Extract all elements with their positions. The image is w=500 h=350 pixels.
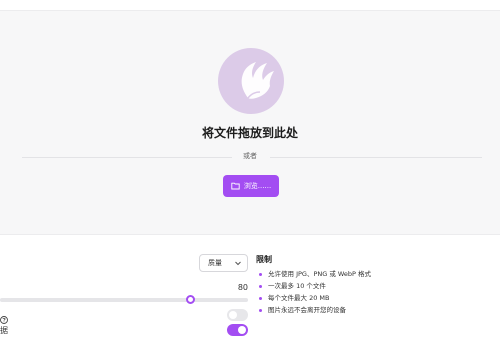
logo-icon [218,48,284,114]
browse-button[interactable]: 浏览...... [223,175,279,197]
folder-icon [231,182,240,190]
bullet [259,296,262,300]
bullet [259,308,262,312]
list-item: 允许使用 JPG、PNG 或 WebP 格式 [256,268,496,280]
bullet [259,272,262,276]
quality-slider-thumb[interactable] [186,295,195,304]
option-2-label: 据 [0,326,8,335]
format-select-value: 质量 [208,259,222,267]
limit-text: 每个文件最大 20 MB [268,294,330,302]
limit-text: 图片永远不会离开您的设备 [268,306,346,314]
drop-title: 将文件拖放到此处 [201,126,298,140]
format-select[interactable]: 质量 [199,254,248,272]
limits-panel: 限制 允许使用 JPG、PNG 或 WebP 格式 一次最多 10 个文件 每个… [256,254,496,316]
bullet [259,284,262,288]
chevron-down-icon [234,259,242,267]
limits-title: 限制 [256,255,272,264]
list-item: 图片永远不会离开您的设备 [256,304,496,316]
help-icon[interactable] [0,310,10,324]
toggle-option-1[interactable] [227,309,248,321]
quality-value: 80 [237,283,248,292]
toggle-knob [238,326,246,334]
limit-text: 允许使用 JPG、PNG 或 WebP 格式 [268,270,372,278]
or-text: 或者 [243,152,257,160]
list-item: 一次最多 10 个文件 [256,280,496,292]
drop-zone[interactable]: 将文件拖放到此处 或者 浏览...... [0,10,500,235]
settings-panel: 质量 80 据 限制 允许使用 JPG、PNG 或 WebP 格式 一次最多 1… [0,244,500,350]
list-item: 每个文件最大 20 MB [256,292,496,304]
toggle-knob [229,311,237,319]
limit-text: 一次最多 10 个文件 [268,282,326,290]
toggle-option-2[interactable] [227,324,248,336]
browse-label: 浏览...... [243,182,272,190]
quality-slider[interactable] [0,298,248,302]
